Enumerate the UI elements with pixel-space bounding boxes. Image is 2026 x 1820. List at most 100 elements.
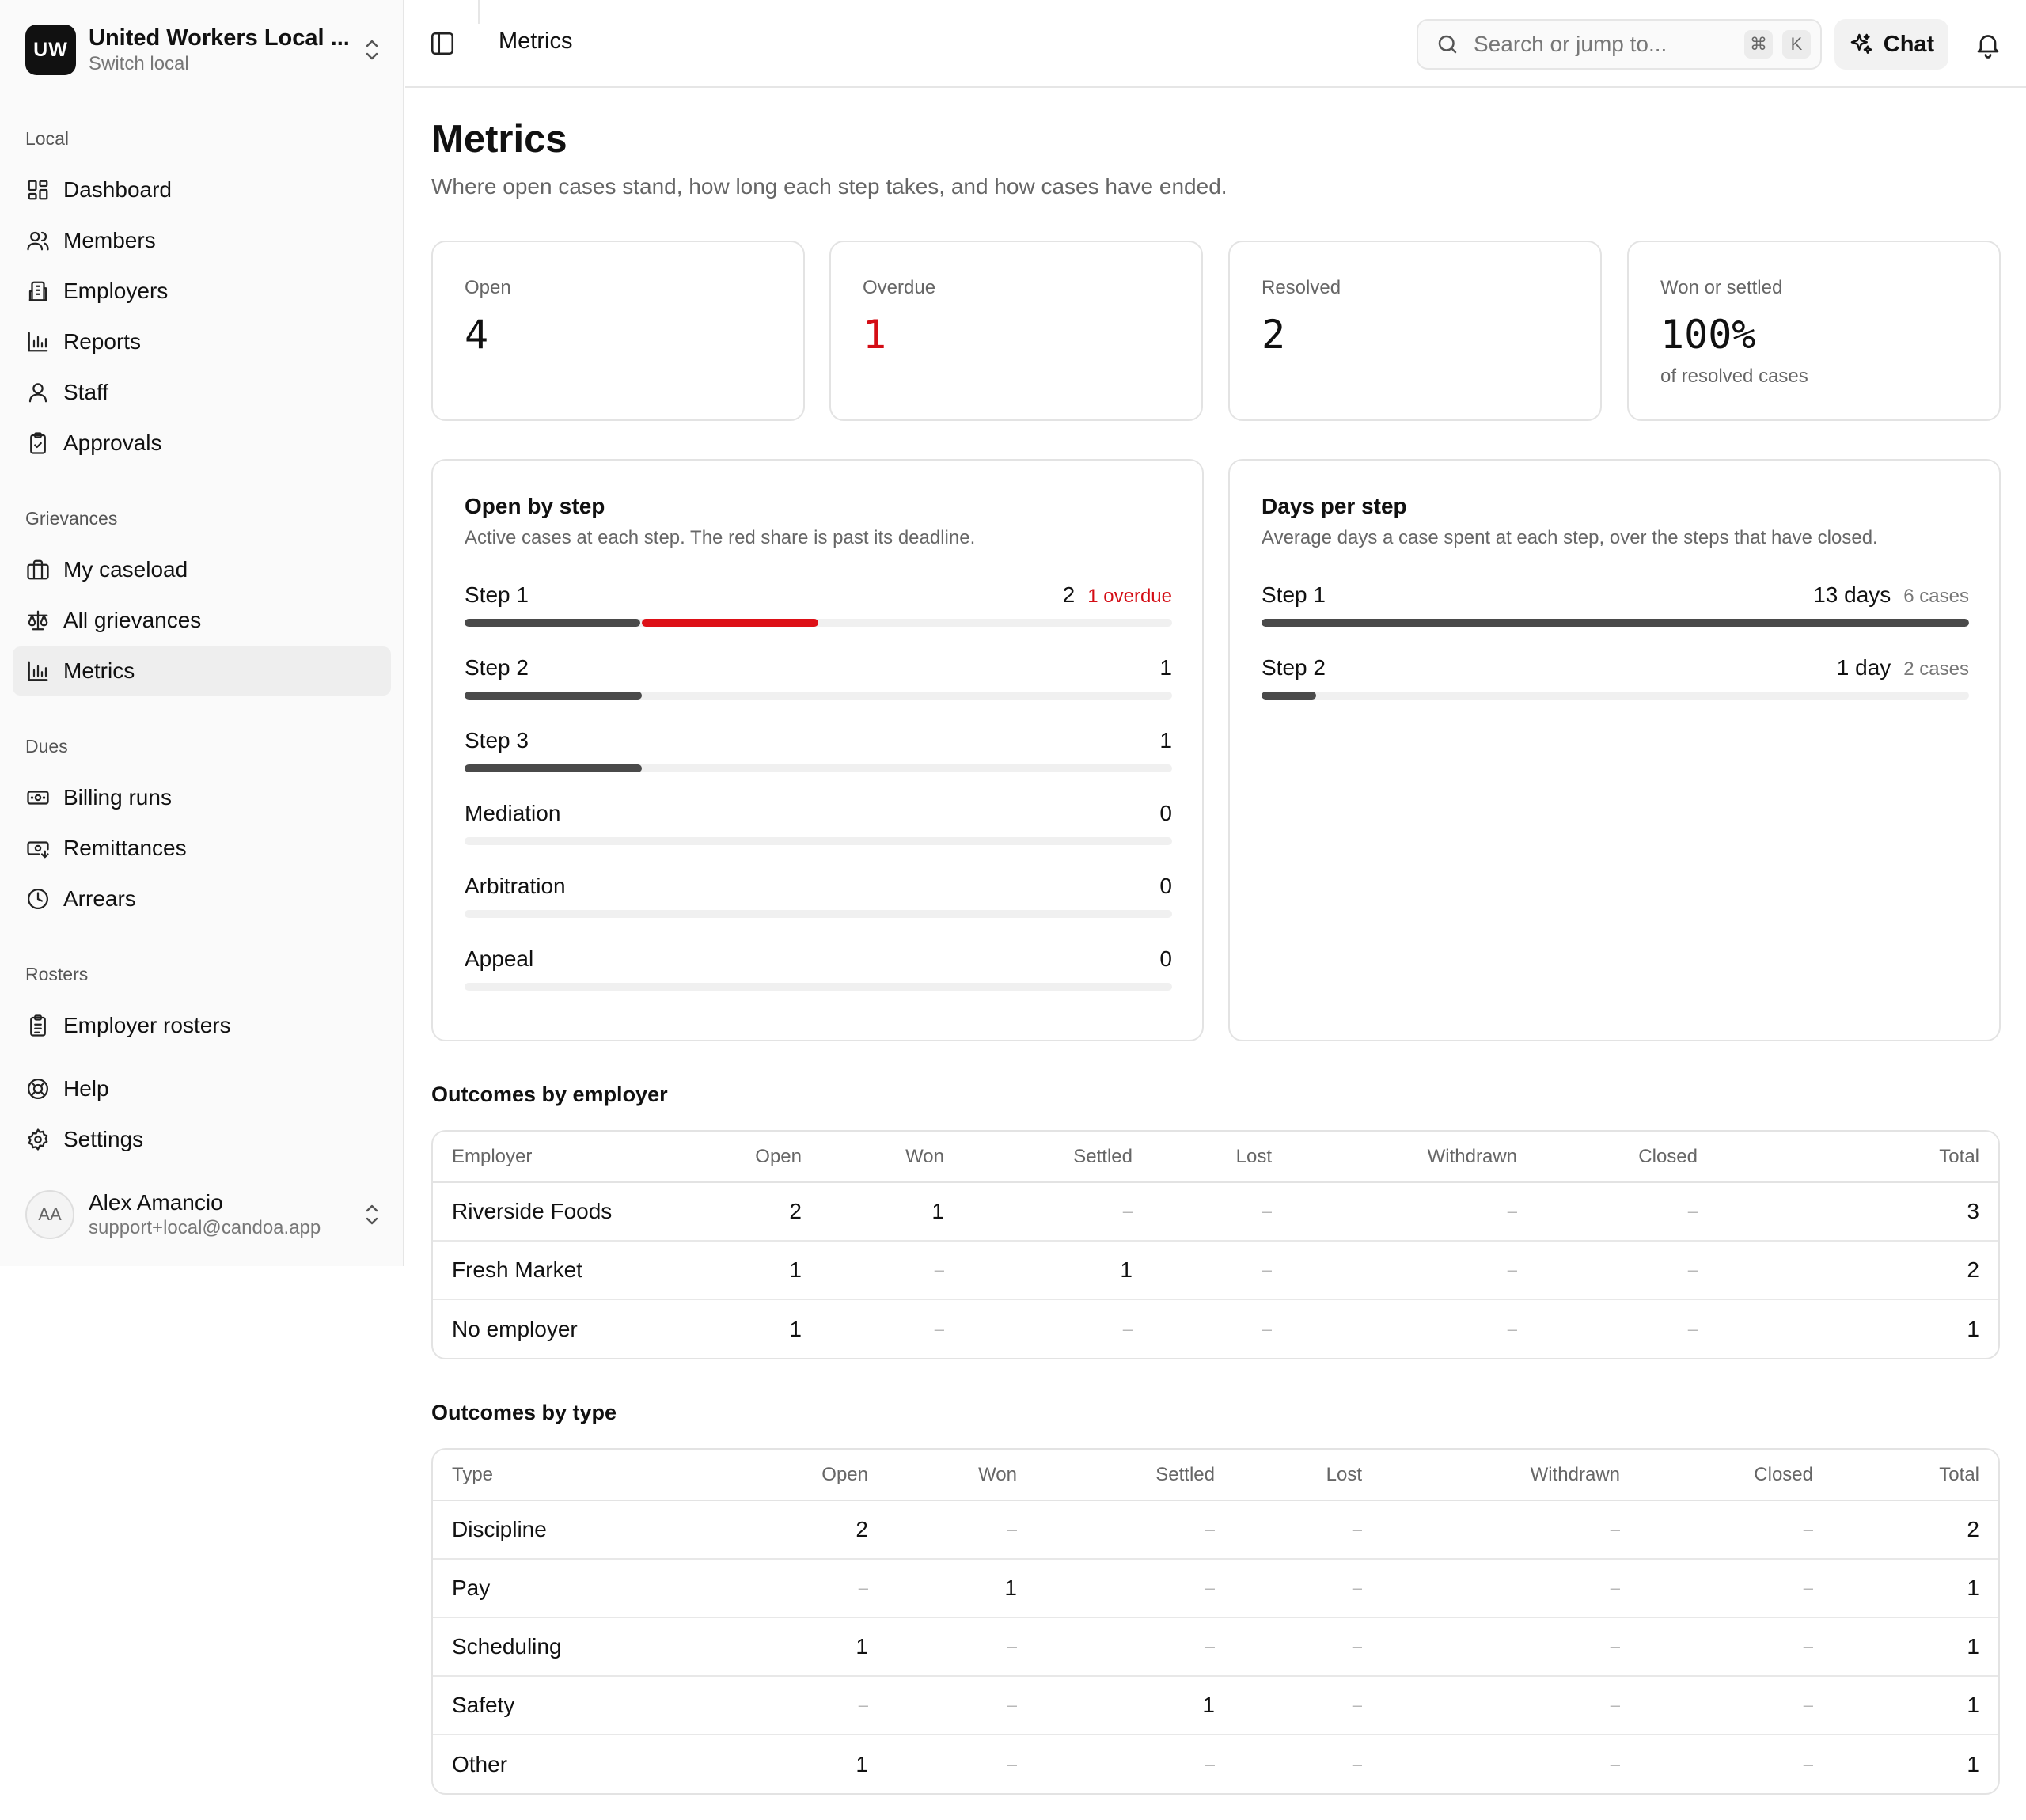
table-cell: – — [1036, 1617, 1234, 1677]
step-right: 0 — [1159, 801, 1172, 826]
sidebar-item-label: My caseload — [63, 557, 188, 582]
kpi-card-won-or-settled: Won or settled 100% of resolved cases — [1627, 241, 2001, 421]
sidebar-item-label: Employer rosters — [63, 1013, 231, 1037]
table-cell: – — [1291, 1182, 1536, 1242]
step-count: 0 — [1159, 801, 1172, 825]
sidebar-item-reports[interactable]: Reports — [13, 317, 391, 366]
sidebar-toggle-icon[interactable] — [429, 30, 456, 57]
clock-icon — [25, 886, 51, 912]
sidebar-item-arrears[interactable]: Arrears — [13, 874, 391, 923]
column-header: Closed — [1536, 1132, 1717, 1183]
topbar-title: Metrics — [499, 28, 573, 54]
table-cell: – — [1381, 1500, 1639, 1560]
sidebar-item-employers[interactable]: Employers — [13, 267, 391, 316]
table-cell: – — [1639, 1559, 1832, 1618]
panel-subtitle: Active cases at each step. The red share… — [465, 527, 976, 548]
table-cell: 1 — [821, 1182, 963, 1242]
search-input[interactable]: Search or jump to... ⌘ K — [1417, 19, 1822, 70]
step-name: Mediation — [465, 801, 561, 825]
step-cases: 6 cases — [1903, 586, 1969, 607]
bar-track — [465, 983, 1172, 991]
step-right: 1 — [1159, 655, 1172, 681]
bar-overdue-fill — [641, 619, 818, 627]
outcomes-by-type-table: Type Open Won Settled Lost Withdrawn Closed Tot… — [431, 1448, 2000, 1795]
table-cell: – — [1536, 1241, 1717, 1300]
step-right: 0 — [1159, 946, 1172, 972]
sidebar-item-dashboard[interactable]: Dashboard — [13, 165, 391, 214]
step-row: Step 1 2 1 overdue — [465, 582, 1172, 630]
bar-fill — [1262, 619, 1969, 627]
sidebar-item-label: Dashboard — [63, 177, 172, 202]
table-cell: – — [1234, 1617, 1381, 1677]
kpi-card-open: Open 4 — [431, 241, 805, 421]
column-header: Lost — [1151, 1132, 1291, 1183]
user-menu[interactable]: AA Alex Amancio support+local@candoa.app — [25, 1185, 383, 1244]
table-row: No employer 1 – – – – – 1 — [433, 1299, 1998, 1358]
step-count: 0 — [1159, 874, 1172, 898]
step-row: Appeal 0 — [465, 946, 1172, 994]
section-title-outcomes-by-employer: Outcomes by employer — [431, 1083, 668, 1106]
bar-chart-icon — [25, 329, 51, 355]
outcomes-by-employer-table: Employer Open Won Settled Lost Withdrawn Close… — [431, 1130, 2000, 1359]
members-icon — [25, 228, 51, 253]
sidebar-item-remittances[interactable]: Remittances — [13, 824, 391, 873]
chevron-up-down-icon — [361, 34, 383, 66]
step-name: Step 1 — [465, 582, 529, 607]
bar-fill — [465, 764, 642, 772]
panel-subtitle: Average days a case spent at each step, … — [1262, 527, 1878, 548]
column-header: Settled — [963, 1132, 1151, 1183]
sidebar-item-label: Billing runs — [63, 785, 172, 810]
step-cases: 2 cases — [1903, 658, 1969, 680]
org-switcher[interactable]: UW United Workers Local ... Switch local — [25, 22, 383, 78]
kpi-label: Resolved — [1262, 277, 1341, 298]
table-cell: – — [1536, 1182, 1717, 1242]
sidebar-item-label: Remittances — [63, 836, 187, 860]
table-cell: 1 — [856, 1751, 868, 1776]
table-cell: – — [1234, 1500, 1381, 1560]
row-label: Safety — [433, 1676, 662, 1735]
table-cell: 2 — [662, 1500, 887, 1560]
kpi-sub: of resolved cases — [1660, 366, 1808, 387]
search-icon — [1438, 35, 1457, 54]
sidebar-item-my-caseload[interactable]: My caseload — [13, 545, 391, 594]
table-cell: – — [1036, 1559, 1234, 1618]
scale-icon — [25, 608, 51, 633]
sidebar-item-approvals[interactable]: Approvals — [13, 419, 391, 468]
page-subtitle: Where open cases stand, how long each st… — [431, 174, 1227, 199]
row-label: Discipline — [433, 1500, 662, 1560]
gear-icon — [25, 1127, 51, 1152]
section-label-dues: Dues — [25, 736, 68, 756]
step-row: Step 1 13 days 6 cases — [1262, 582, 1969, 630]
step-row: Step 2 1 — [465, 655, 1172, 703]
kpi-label: Overdue — [863, 277, 936, 298]
sidebar-item-metrics[interactable]: Metrics — [13, 646, 391, 696]
sidebar-item-employer-rosters[interactable]: Employer rosters — [13, 1001, 391, 1050]
sidebar-item-settings[interactable]: Settings — [13, 1115, 391, 1164]
sidebar-item-billing-runs[interactable]: Billing runs — [13, 773, 391, 822]
table-cell: – — [1234, 1559, 1381, 1618]
kpi-label: Won or settled — [1660, 277, 1783, 298]
sidebar-item-all-grievances[interactable]: All grievances — [13, 596, 391, 645]
sidebar-item-members[interactable]: Members — [13, 216, 391, 265]
bell-icon[interactable] — [1974, 30, 2002, 59]
row-label: No employer — [452, 1316, 578, 1341]
step-days: 13 days — [1813, 582, 1891, 607]
sidebar-item-label: Help — [63, 1076, 109, 1101]
sidebar-item-staff[interactable]: Staff — [13, 368, 391, 417]
column-header: Total — [1832, 1450, 1998, 1501]
chat-button[interactable]: Chat — [1834, 19, 1948, 70]
kpi-card-overdue: Overdue 1 — [829, 241, 1203, 421]
table-cell: – — [1639, 1617, 1832, 1677]
shortcut-key-cmd: ⌘ — [1744, 30, 1773, 59]
table-cell: – — [1803, 1754, 1813, 1774]
table-cell: 1 — [1967, 1751, 1979, 1776]
sidebar-item-help[interactable]: Help — [13, 1064, 391, 1113]
table-cell: – — [887, 1617, 1036, 1677]
banknote-icon — [25, 785, 51, 810]
step-right: 13 days 6 cases — [1813, 582, 1969, 608]
step-name: Step 3 — [465, 728, 529, 753]
table-cell: – — [1262, 1318, 1272, 1339]
step-name: Appeal — [465, 946, 534, 971]
kpi-value: 100% — [1660, 312, 1756, 358]
table-cell: – — [1639, 1500, 1832, 1560]
